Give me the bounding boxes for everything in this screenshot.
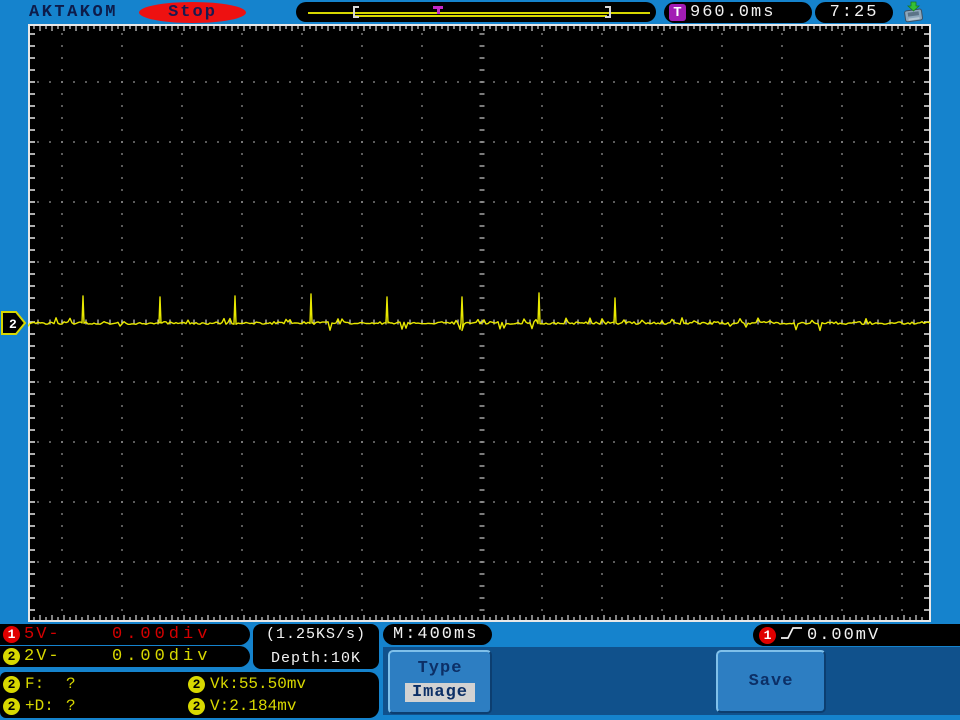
trigger-t-icon: T bbox=[669, 4, 686, 21]
trigger-offset-value: 960.0ms bbox=[690, 3, 776, 22]
timebase-value: M:400ms bbox=[393, 625, 479, 644]
clock-value: 7:25 bbox=[829, 3, 879, 22]
channel1-badge: 1 bbox=[3, 626, 20, 643]
measurement-frequency: F:? bbox=[25, 675, 76, 693]
save-button[interactable]: Save bbox=[716, 650, 826, 713]
trigger-level-value: 0.00mV bbox=[807, 625, 881, 645]
type-selected-value[interactable]: Image bbox=[404, 683, 475, 702]
measurement-channel-badge: 2 bbox=[3, 698, 20, 715]
record-depth-label: Depth:10K bbox=[270, 650, 361, 667]
window-right-bracket-icon bbox=[605, 6, 611, 18]
acquisition-info-box: (1.25KS/s) Depth:10K bbox=[253, 624, 379, 669]
clock-readout: 7:25 bbox=[815, 2, 893, 23]
measurement-row: 2 F:? 2 Vk:55.50mv bbox=[0, 674, 379, 695]
measurement-channel-badge: 2 bbox=[188, 698, 205, 715]
channel1-scale: 5V- bbox=[24, 625, 61, 644]
trigger-level-readout: 1 0.00mV bbox=[753, 624, 960, 646]
acquisition-status-label: Stop bbox=[168, 3, 217, 22]
record-length-line bbox=[308, 12, 650, 14]
trigger-source-badge: 1 bbox=[759, 626, 776, 644]
channel2-marker-label: 2 bbox=[9, 317, 17, 332]
trigger-position-marker-icon bbox=[433, 6, 443, 14]
oscilloscope-screen: { "top_bar": { "brand": "AKTAKOM", "acqu… bbox=[0, 0, 960, 720]
trigger-offset-readout: T 960.0ms bbox=[664, 2, 812, 23]
acquisition-status-badge: Stop bbox=[139, 2, 246, 23]
save-button-label: Save bbox=[748, 672, 794, 691]
brand-label: AKTAKOM bbox=[29, 3, 118, 22]
rising-edge-icon bbox=[780, 625, 804, 646]
measurements-panel: 2 F:? 2 Vk:55.50mv 2 +D:? 2 V:2.184mv bbox=[0, 672, 379, 718]
channel2-scale: 2V- bbox=[24, 647, 61, 666]
measurement-v: V:2.184mv bbox=[210, 697, 297, 715]
measurement-row: 2 +D:? 2 V:2.184mv bbox=[0, 696, 379, 717]
type-button-label: Type bbox=[417, 659, 463, 678]
screen-window-line bbox=[355, 15, 607, 17]
sample-rate-label: (1.25KS/s) bbox=[265, 626, 366, 643]
measurement-channel-badge: 2 bbox=[3, 676, 20, 693]
measurement-vk: Vk:55.50mv bbox=[210, 675, 307, 693]
measurement-channel-badge: 2 bbox=[188, 676, 205, 693]
timebase-readout: M:400ms bbox=[383, 624, 492, 645]
waveform-display bbox=[27, 24, 931, 622]
channel1-readout: 1 5V- 0.00div bbox=[0, 624, 250, 645]
measurement-duty: +D:? bbox=[25, 697, 76, 715]
type-menu-button[interactable]: Type Image bbox=[388, 650, 492, 714]
channel2-badge: 2 bbox=[3, 648, 20, 665]
channel2-position-marker[interactable]: 2 bbox=[1, 310, 27, 341]
channel2-position: 0.00div bbox=[112, 647, 212, 666]
channel1-position: 0.00div bbox=[112, 625, 212, 644]
channel2-readout: 2 2V- 0.00div bbox=[0, 646, 250, 667]
record-position-indicator bbox=[296, 2, 656, 22]
window-left-bracket-icon bbox=[353, 6, 359, 18]
graticule-and-trace-svg bbox=[27, 24, 931, 622]
